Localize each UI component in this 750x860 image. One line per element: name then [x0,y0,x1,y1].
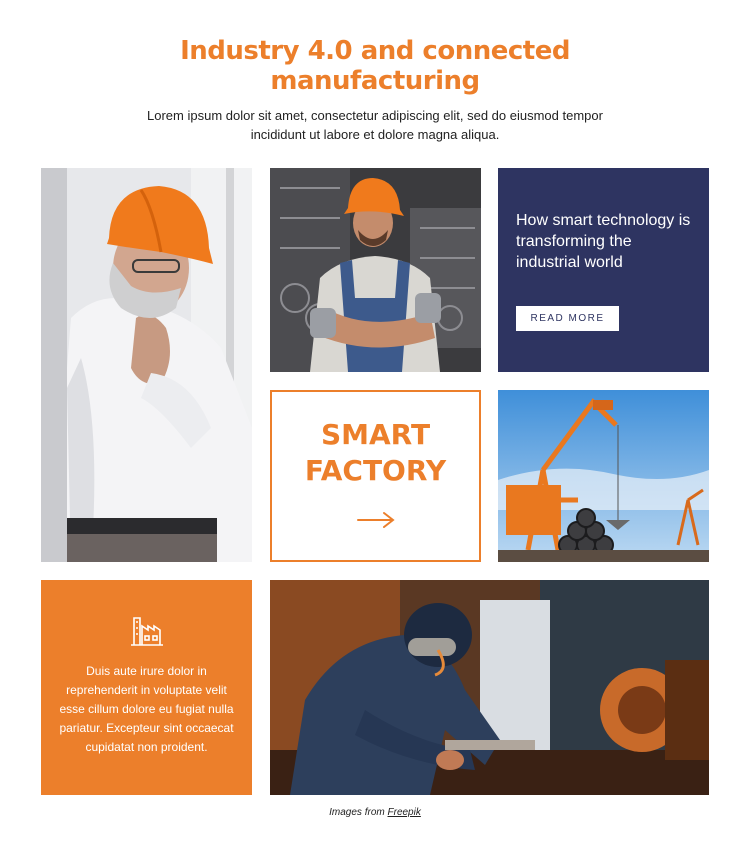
read-more-button[interactable]: READ MORE [516,306,619,331]
smart-factory-heading: SMART FACTORY [272,417,479,489]
info-card: Duis aute irure dolor in reprehenderit i… [41,580,252,795]
image-credit: Images from Freepik [0,807,750,818]
page-title-line1: Industry 4.0 and connected [180,36,570,66]
engineer-photo [41,168,252,562]
freepik-link[interactable]: Freepik [388,807,421,818]
factory-icon [131,617,163,646]
feature-heading: How smart technology is transforming the… [516,212,691,271]
arrow-right-icon[interactable] [356,510,396,530]
welder-photo [270,580,709,795]
feature-card: How smart technology is transforming the… [498,168,709,372]
info-text: Duis aute irure dolor in reprehenderit i… [59,664,234,754]
page-title-line2: manufacturing [270,66,480,96]
crane-photo [498,390,709,562]
smart-factory-line2: FACTORY [304,454,447,487]
smart-factory-line1: SMART [320,418,431,451]
page-subtitle: Lorem ipsum dolor sit amet, consectetur … [147,108,603,142]
page-title: Industry 4.0 and connected manufacturing [0,36,750,96]
worker-photo [270,168,481,372]
smart-factory-card: SMART FACTORY [270,390,481,562]
credit-prefix: Images from [329,807,385,818]
